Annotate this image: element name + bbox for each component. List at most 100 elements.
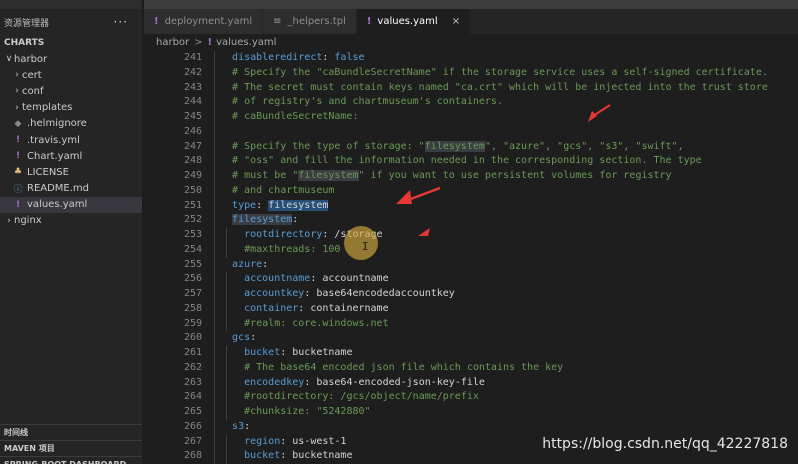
- tab-values-yaml[interactable]: ! values.yaml ×: [356, 9, 472, 34]
- chevron-right-icon: ›: [15, 86, 19, 97]
- yaml-file-icon: !: [207, 37, 213, 48]
- code-line[interactable]: azure:: [214, 257, 798, 273]
- more-actions-icon[interactable]: ···: [114, 15, 128, 29]
- code-editor[interactable]: 241 242 243 244 245 246 247 248 249 250 251 252 253 2…: [144, 51, 798, 464]
- code-token: bucket: [244, 450, 281, 462]
- code-token: rootdirectory: [244, 229, 323, 240]
- code-line[interactable]: # of registry's and chartmuseum's contai…: [214, 95, 798, 110]
- code-line[interactable]: # caBundleSecretName:: [214, 110, 798, 125]
- code-line[interactable]: rootdirectory: /storage: [214, 228, 798, 243]
- indent-guide: [226, 390, 227, 405]
- charts-section-header[interactable]: CHARTS: [0, 35, 142, 51]
- line-number: 242: [183, 66, 202, 78]
- code-token: false: [334, 52, 365, 63]
- code-line[interactable]: container: containername: [214, 301, 798, 317]
- indent-guide: [214, 449, 215, 464]
- code-line[interactable]: #chunksize: "5242880": [214, 405, 798, 420]
- tree-item-label: nginx: [14, 215, 42, 227]
- editor-tabs: ! deployment.yaml ≡ _helpers.tpl! values.yam…: [144, 9, 798, 34]
- indent-guide: [226, 346, 227, 361]
- indent-guide: [226, 301, 227, 317]
- code-line[interactable]: #rootdirectory: /gcs/object/name/prefix: [214, 390, 798, 405]
- code-line[interactable]: gcs:: [214, 331, 798, 346]
- code-line[interactable]: # Specify the type of storage: "filesyst…: [214, 139, 798, 155]
- code-token: region: [244, 435, 281, 447]
- code-token: azure: [232, 258, 263, 270]
- panel-header-0[interactable]: 时间线: [0, 424, 142, 440]
- line-number: 261: [183, 347, 202, 358]
- info-file-icon: ⓘ: [13, 185, 23, 196]
- tree-item-nginx[interactable]: › nginx: [0, 213, 142, 229]
- indent-guide: [214, 198, 215, 214]
- line-number: 245: [183, 111, 202, 122]
- indent-guide: [226, 242, 227, 258]
- line-number: 259: [183, 317, 202, 329]
- breadcrumb-folder[interactable]: harbor: [156, 37, 189, 48]
- tree-item-harbor[interactable]: ∨ harbor: [0, 51, 142, 67]
- code-line[interactable]: #maxthreads: 100: [214, 242, 798, 258]
- line-number: 255: [183, 258, 202, 270]
- code-token: :: [292, 214, 299, 226]
- line-number: 265: [183, 406, 202, 417]
- indent-guide: [214, 257, 215, 273]
- yaml-file-icon: !: [15, 151, 21, 162]
- tree-item-travis-yml[interactable]: ! .travis.yml: [0, 132, 142, 148]
- code-line[interactable]: disableredirect: false: [214, 51, 798, 66]
- code-token: gcs: [232, 332, 251, 344]
- code-line[interactable]: #realm: core.windows.net: [214, 316, 798, 332]
- code-line[interactable]: # and chartmuseum: [214, 183, 798, 199]
- code-line[interactable]: # "oss" and fill the information needed …: [214, 154, 798, 169]
- code-line[interactable]: # Specify the "caBundleSecretName" if th…: [214, 65, 798, 81]
- code-line[interactable]: accountname: accountname: [214, 272, 798, 287]
- code-token: : base64-encoded-json-key-file: [304, 376, 485, 388]
- code-line[interactable]: # The secret must contain keys named "ca…: [214, 80, 798, 96]
- tree-item-readme-md[interactable]: ⓘ README.md: [0, 181, 142, 197]
- tree-item-chart-yaml[interactable]: ! Chart.yaml: [0, 148, 142, 164]
- code-line[interactable]: accountkey: base64encodedaccountkey: [214, 287, 798, 302]
- indent-guide: [214, 434, 215, 450]
- code-token: :: [262, 258, 269, 270]
- breadcrumb-file[interactable]: values.yaml: [216, 37, 276, 48]
- tree-item-license[interactable]: ♣ LICENSE: [0, 164, 142, 180]
- explorer-title: 资源管理器: [4, 18, 50, 29]
- panel-header-1[interactable]: MAVEN 项目: [0, 440, 142, 456]
- title-bar: [144, 0, 798, 9]
- indent-guide: [226, 316, 227, 332]
- tab-deployment-yaml[interactable]: ! deployment.yaml: [144, 9, 264, 34]
- indent-guide: [214, 346, 215, 361]
- explorer-sidebar: 资源管理器 ··· CHARTS ∨ harbor › cert › conf › templ…: [0, 0, 143, 464]
- code-token: :: [256, 199, 269, 211]
- code-line[interactable]: filesystem:: [214, 213, 798, 228]
- code-line[interactable]: encodedkey: base64-encoded-json-key-file: [214, 375, 798, 391]
- code-token: : us-west-1: [280, 435, 347, 447]
- line-number: 258: [183, 302, 202, 314]
- indent-guide: [214, 301, 215, 317]
- indent-guide: [214, 169, 215, 184]
- panel-header-2[interactable]: SPRING-BOOT DASHBOARD: [0, 456, 142, 464]
- code-line[interactable]: # must be "filesystem" if you want to us…: [214, 169, 798, 184]
- tree-item-values-yaml[interactable]: ! values.yaml: [0, 196, 142, 213]
- code-token: : bucketname: [280, 450, 353, 462]
- indent-guide: [214, 419, 215, 435]
- tree-item-conf[interactable]: › conf: [0, 83, 142, 99]
- line-number: 260: [183, 332, 202, 344]
- indent-guide: [214, 110, 215, 125]
- code-line[interactable]: [214, 124, 798, 140]
- tree-item-label: LICENSE: [27, 166, 69, 178]
- tree-item-cert[interactable]: › cert: [0, 67, 142, 83]
- code-line[interactable]: # The base64 encoded json file which con…: [214, 360, 798, 376]
- red-arrow-annotation: [588, 104, 611, 122]
- line-number: 268: [183, 450, 202, 462]
- code-line[interactable]: s3:: [214, 419, 798, 435]
- code-token: encodedkey: [244, 376, 305, 388]
- indent-guide: [226, 272, 227, 287]
- code-content[interactable]: disableredirect: false # Specify the "ca…: [214, 51, 798, 464]
- tab-helpers-tpl[interactable]: ≡ _helpers.tpl: [263, 9, 357, 34]
- code-token: #realm: core.windows.net: [244, 317, 389, 329]
- code-line[interactable]: type: filesystem: [214, 198, 798, 214]
- code-line[interactable]: bucket: bucketname: [214, 346, 798, 361]
- tree-item-helmignore[interactable]: ◆ .helmignore: [0, 116, 142, 132]
- indent-guide: [214, 405, 215, 420]
- close-icon[interactable]: ×: [452, 16, 460, 27]
- tree-item-templates[interactable]: › templates: [0, 100, 142, 116]
